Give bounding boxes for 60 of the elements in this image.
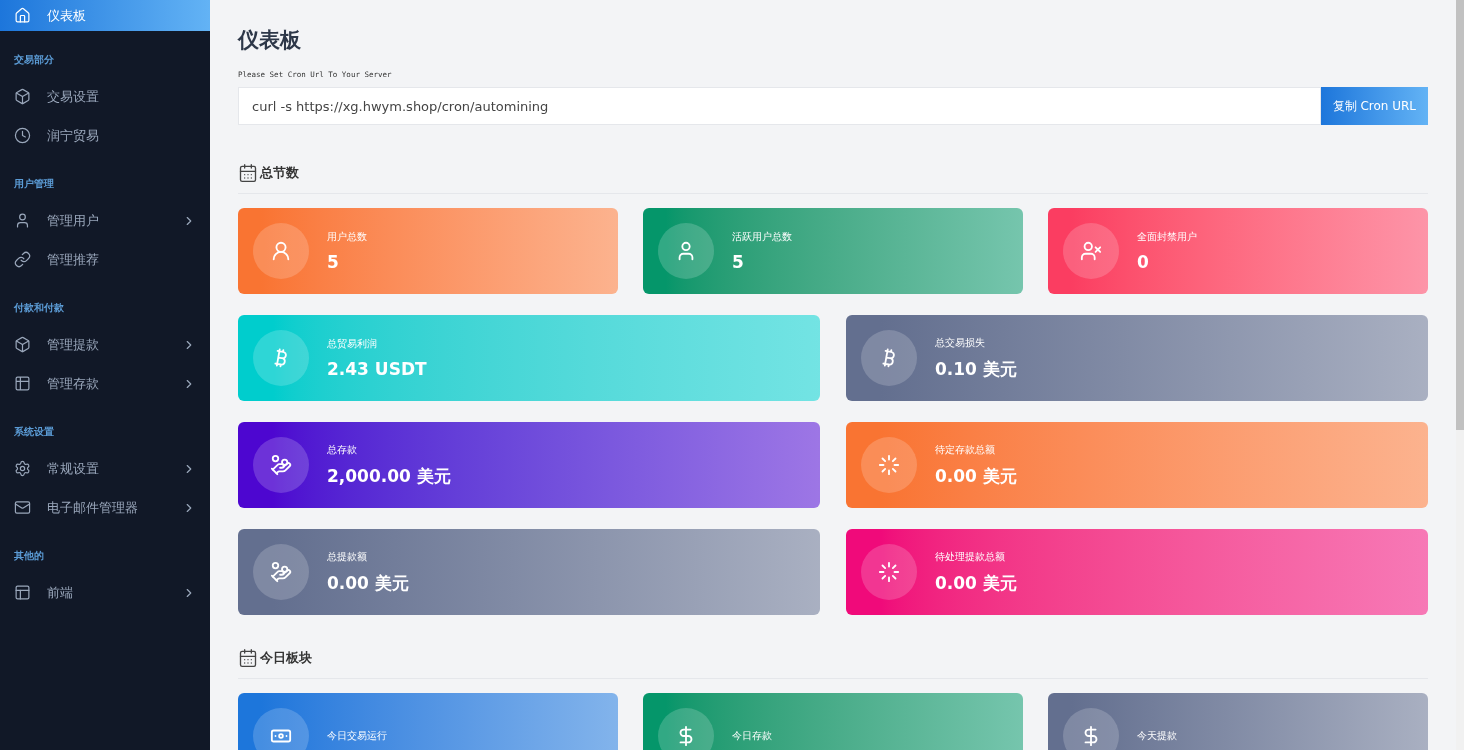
stat-value: 0.00 美元 (327, 571, 409, 595)
mail-icon (14, 499, 31, 516)
hand-coins-icon (270, 561, 292, 583)
stat-value: 0.10 美元 (935, 357, 1017, 381)
sidebar-section-title: 用户管理 (13, 177, 55, 191)
page-title: 仪表板 (238, 27, 302, 54)
home-icon (14, 7, 31, 24)
sidebar-item[interactable]: 管理用户 (0, 201, 210, 240)
settings-icon (14, 460, 31, 477)
user-remove-icon (1080, 240, 1102, 262)
sidebar-section-title: 交易部分 (13, 53, 55, 67)
user-icon (14, 212, 31, 229)
section-title: 今日板块 (260, 649, 312, 667)
calendar-icon (238, 163, 258, 183)
sidebar-item[interactable]: 管理推荐 (0, 240, 210, 279)
section-title: 总节数 (260, 164, 299, 182)
sidebar-section-title: 其他的 (13, 549, 45, 563)
cron-url-field[interactable]: curl -s https://xg.hwym.shop/cron/automining (238, 87, 1321, 125)
copy-button[interactable]: 复制 Cron URL (1320, 87, 1428, 125)
stat-value: 0.00 美元 (935, 571, 1017, 595)
stat-label: 今日交易运行 (327, 729, 387, 743)
table-icon (14, 375, 31, 392)
stat-label: 总存款 (327, 442, 358, 457)
sidebar-item[interactable]: 管理提款 (0, 325, 210, 364)
layout-icon (14, 584, 31, 601)
sidebar-section-title: 系统设置 (13, 425, 55, 439)
calendar-icon (238, 648, 258, 668)
spinner-icon (878, 561, 900, 583)
stat-label: 待处理提款总额 (935, 549, 1006, 564)
sidebar-item[interactable]: 常规设置 (0, 449, 210, 488)
stat-label: 总提款额 (327, 549, 368, 564)
stat-label: 总交易损失 (935, 335, 986, 350)
stat-value: 0.00 美元 (935, 464, 1017, 488)
stat-label: 用户总数 (327, 230, 367, 244)
stat-label: 今日存款 (732, 729, 772, 743)
sidebar-item[interactable]: 电子邮件管理器 (0, 488, 210, 527)
sidebar-item[interactable]: 前端 (0, 573, 210, 612)
stat-label: 全面封禁用户 (1137, 230, 1197, 244)
link-icon (14, 251, 31, 268)
stat-label: 待定存款总额 (935, 442, 996, 457)
cube-icon (14, 336, 31, 353)
stat-value: 5 (732, 252, 745, 272)
stat-value: 2,000.00 美元 (327, 464, 451, 488)
clock-icon (14, 127, 31, 144)
stat-label: 今天提款 (1137, 729, 1177, 743)
sidebar-item[interactable]: 仪表板 (0, 0, 210, 31)
stat-label: 活跃用户总数 (732, 230, 792, 244)
stat-value: 0 (1137, 252, 1150, 272)
sidebar-item[interactable]: 管理存款 (0, 364, 210, 403)
spinner-icon (878, 454, 900, 476)
sidebar-item[interactable]: 润宁贸易 (0, 116, 210, 155)
cube-icon (14, 88, 31, 105)
sidebar-section-title: 付款和付款 (13, 301, 65, 315)
user-icon (270, 240, 292, 262)
scrollbar[interactable] (1456, 0, 1464, 750)
stat-label: 总贸易利润 (327, 337, 378, 351)
hand-coins-icon (270, 454, 292, 476)
sidebar-item[interactable]: 交易设置 (0, 77, 210, 116)
stat-value: 2.43 USDT (327, 359, 427, 379)
stat-value: 5 (327, 252, 340, 272)
